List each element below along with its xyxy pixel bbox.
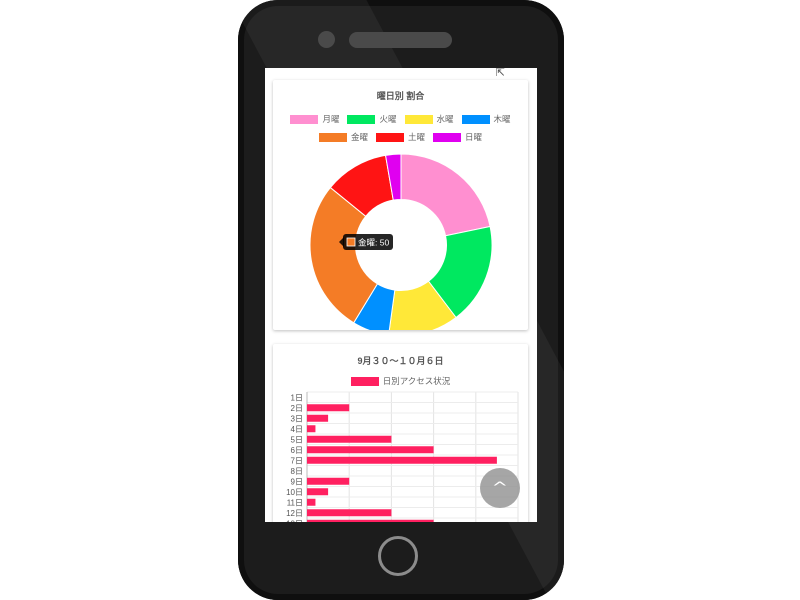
speaker-grille	[349, 32, 452, 48]
bar[interactable]	[307, 446, 434, 454]
y-tick-label: 13日	[286, 519, 303, 522]
home-button[interactable]	[378, 536, 418, 576]
bar[interactable]	[307, 488, 329, 496]
bar[interactable]	[307, 414, 329, 422]
scroll-top-button[interactable]: ^	[480, 468, 520, 508]
tooltip-text: 金曜: 50	[358, 238, 389, 248]
phone-screen: ⇱ 曜日別 割合 月曜 火曜 水曜 木曜 金曜 土曜 日曜 金曜: 50 9月３０～１０月６…	[265, 68, 537, 522]
y-tick-label: 7日	[291, 456, 303, 465]
y-tick-label: 9日	[291, 477, 303, 486]
y-tick-label: 10日	[286, 488, 303, 497]
chevron-up-icon: ^	[491, 480, 509, 496]
y-tick-label: 4日	[291, 425, 303, 434]
y-tick-label: 3日	[291, 414, 303, 423]
y-tick-label: 6日	[291, 446, 303, 455]
y-tick-label: 2日	[291, 404, 303, 413]
bar[interactable]	[307, 456, 497, 464]
bar[interactable]	[307, 404, 350, 412]
camera-icon	[318, 31, 335, 48]
donut-chart: 金曜: 50	[309, 153, 493, 330]
y-tick-label: 12日	[286, 509, 303, 518]
y-tick-label: 5日	[291, 435, 303, 444]
donut-slice[interactable]	[400, 153, 491, 237]
bar[interactable]	[307, 435, 392, 443]
y-tick-label: 8日	[291, 467, 303, 476]
bar[interactable]	[307, 519, 434, 522]
bar[interactable]	[307, 477, 350, 485]
y-tick-label: 11日	[287, 498, 303, 507]
cursor-icon: ⇱	[495, 68, 505, 79]
donut-tooltip: 金曜: 50	[339, 234, 393, 250]
bar[interactable]	[307, 425, 316, 433]
tooltip-swatch	[346, 237, 356, 247]
bar[interactable]	[307, 509, 392, 517]
donut-chart-card: 曜日別 割合 月曜 火曜 水曜 木曜 金曜 土曜 日曜 金曜: 50	[273, 80, 528, 330]
bar[interactable]	[307, 498, 316, 506]
y-tick-label: 1日	[291, 393, 303, 402]
